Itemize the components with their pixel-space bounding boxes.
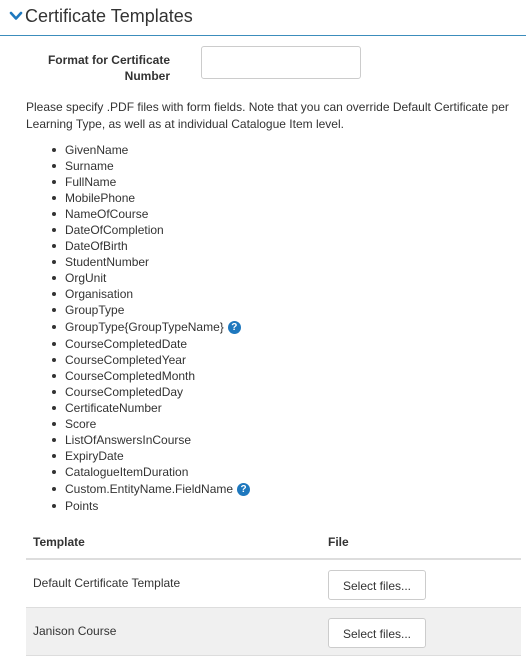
field-name: NameOfCourse [65, 207, 149, 221]
field-list-item: FullName [26, 174, 250, 190]
field-name: GroupType{GroupTypeName} [65, 320, 224, 334]
certificate-number-format-input[interactable] [201, 46, 361, 79]
field-list-item: Score [26, 416, 250, 432]
field-name: Points [65, 499, 99, 513]
field-name: Custom.EntityName.FieldName [65, 482, 234, 496]
field-list-item: NameOfCourse [26, 206, 250, 222]
field-name: MobilePhone [65, 191, 136, 205]
field-list-item: ListOfAnswersInCourse [26, 432, 250, 448]
field-list-item: Points [26, 498, 250, 514]
templates-table: Template File Default Certificate Templa… [26, 522, 521, 656]
bullet-icon [52, 180, 56, 184]
field-list-item: Custom.EntityName.FieldName? [26, 480, 251, 498]
field-list-item: CourseCompletedDay [26, 384, 250, 400]
field-list-item: CourseCompletedMonth [26, 368, 250, 384]
column-header-file: File [328, 535, 349, 549]
template-name: Janison Course [33, 624, 117, 638]
table-header: Template File [26, 522, 521, 560]
bullet-icon [52, 342, 56, 346]
help-icon[interactable]: ? [227, 321, 241, 334]
bullet-icon [52, 325, 56, 329]
bullet-icon [52, 454, 56, 458]
field-name: DateOfCompletion [65, 223, 164, 237]
field-list-item: StudentNumber [26, 254, 250, 270]
certificate-number-format-label: Format for Certificate Number [47, 53, 170, 83]
field-list-item: GroupType [26, 302, 250, 318]
bullet-icon [52, 374, 56, 378]
bullet-icon [52, 196, 56, 200]
bullet-icon [52, 148, 56, 152]
field-list-item: CertificateNumber [26, 400, 250, 416]
field-name: CourseCompletedYear [65, 353, 186, 367]
bullet-icon [52, 212, 56, 216]
field-list-item: CourseCompletedDate [26, 336, 250, 352]
field-list-item: OrgUnit [26, 270, 250, 286]
bullet-icon [52, 260, 56, 264]
bullet-icon [52, 308, 56, 312]
section-title: Certificate Templates [25, 6, 193, 26]
bullet-icon [52, 244, 56, 248]
bullet-icon [52, 504, 56, 508]
field-list-item: ExpiryDate [26, 448, 250, 464]
select-files-button[interactable]: Select files... [328, 570, 426, 600]
field-name: ListOfAnswersInCourse [65, 433, 192, 447]
field-name: OrgUnit [65, 271, 107, 285]
bullet-icon [52, 228, 56, 232]
field-list-item: Organisation [26, 286, 250, 302]
bullet-icon [52, 390, 56, 394]
field-list-item: DateOfBirth [26, 238, 250, 254]
field-list-item: GroupType{GroupTypeName}? [26, 318, 250, 336]
instructions-text: Please specify .PDF files with form fiel… [26, 100, 509, 131]
field-list-item: GivenName [26, 142, 250, 158]
field-name: GivenName [65, 143, 129, 157]
table-row: Janison Course Select files... [26, 608, 521, 656]
field-list-item: MobilePhone [26, 190, 250, 206]
bullet-icon [52, 164, 56, 168]
form-field-list: GivenName Surname FullName MobilePhone NameO… [26, 142, 251, 514]
field-list-item: CatalogueItemDuration [26, 464, 250, 480]
field-list-item: Surname [26, 158, 250, 174]
help-icon[interactable]: ? [237, 483, 251, 496]
field-name: CourseCompletedDay [65, 385, 184, 399]
field-name: CatalogueItemDuration [65, 465, 189, 479]
bullet-icon [52, 422, 56, 426]
field-name: Score [65, 417, 97, 431]
chevron-down-icon[interactable] [9, 9, 23, 23]
field-name: GroupType [65, 303, 125, 317]
field-name: FullName [65, 175, 117, 189]
field-name: CourseCompletedDate [65, 337, 188, 351]
section-header[interactable]: Certificate Templates [0, 0, 526, 36]
field-name: Organisation [65, 287, 134, 301]
field-name: DateOfBirth [65, 239, 128, 253]
field-name: CourseCompletedMonth [65, 369, 196, 383]
field-list-item: DateOfCompletion [26, 222, 250, 238]
column-header-template: Template [33, 535, 85, 549]
bullet-icon [52, 276, 56, 280]
bullet-icon [52, 470, 56, 474]
field-name: ExpiryDate [65, 449, 124, 463]
field-name: Surname [65, 159, 114, 173]
field-name: CertificateNumber [65, 401, 162, 415]
bullet-icon [52, 438, 56, 442]
bullet-icon [52, 292, 56, 296]
bullet-icon [52, 406, 56, 410]
select-files-button[interactable]: Select files... [328, 618, 426, 648]
field-name: StudentNumber [65, 255, 150, 269]
template-name: Default Certificate Template [33, 576, 181, 590]
bullet-icon [52, 358, 56, 362]
table-row: Default Certificate Template Select file… [26, 560, 521, 608]
field-list-item: CourseCompletedYear [26, 352, 250, 368]
bullet-icon [52, 487, 56, 491]
